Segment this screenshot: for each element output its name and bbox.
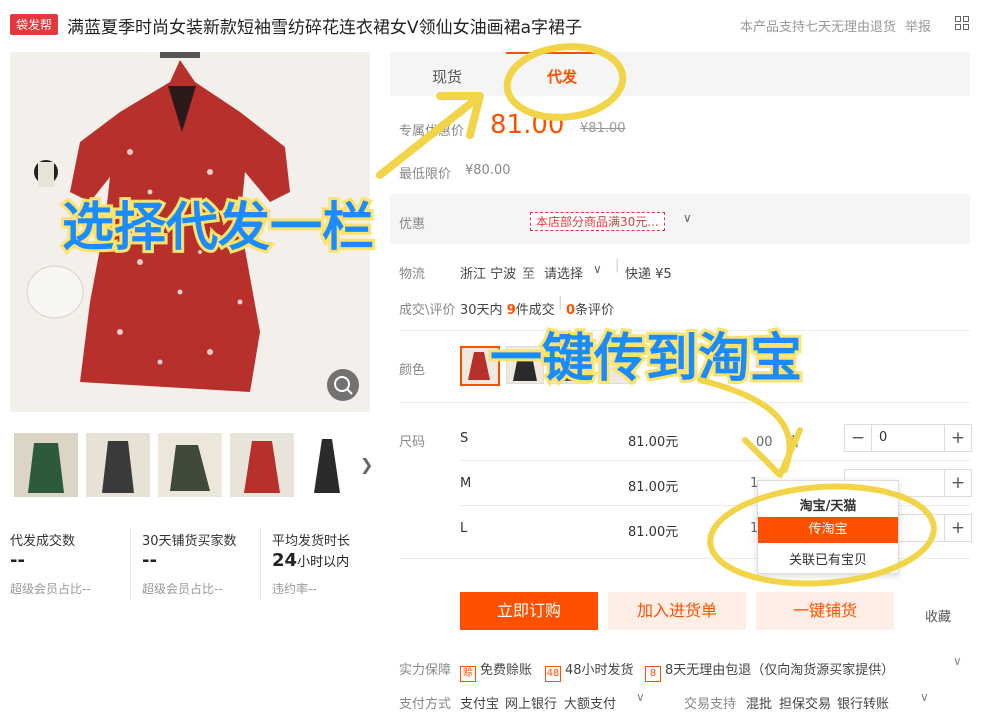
guarantee-item: 8 8天无理由包退（仅向淘货源买家提供） — [645, 659, 894, 682]
one-click-distribute-button[interactable]: 一键铺货 — [756, 592, 894, 630]
old-price: ¥81.00 — [580, 121, 626, 136]
tab-in-stock[interactable]: 现货 — [432, 66, 462, 87]
menu-item-link-existing[interactable]: 关联已有宝贝 — [758, 549, 898, 568]
divider — [260, 528, 261, 600]
stat-sub: 超级会员占比-- — [142, 582, 223, 596]
stat-value: -- — [142, 550, 157, 571]
tab-active-indicator — [506, 52, 606, 54]
express-fee: 快递 ¥5 — [625, 267, 672, 282]
minus-icon[interactable]: − — [845, 425, 872, 451]
guarantee-item: 48 48小时发货 — [545, 659, 634, 682]
payment-method: 支付宝 — [460, 697, 500, 712]
chevron-down-icon[interactable]: ∨ — [636, 690, 645, 704]
magnifier-icon — [334, 376, 353, 395]
plus-icon[interactable]: + — [944, 425, 971, 451]
divider — [130, 528, 131, 600]
add-to-cart-button[interactable]: 加入进货单 — [608, 592, 746, 630]
color-swatch-black[interactable] — [506, 346, 544, 384]
logistics-origin: 浙江 宁波 — [460, 267, 517, 282]
plus-icon[interactable]: + — [944, 470, 971, 496]
price-label: 专属优惠价 — [399, 124, 465, 139]
deals-label: 成交\评价 — [399, 303, 456, 318]
plus-icon[interactable]: + — [944, 515, 971, 541]
main-product-image — [10, 52, 370, 412]
stat-label: 代发成交数 — [10, 534, 76, 549]
return-policy-text: 本产品支持七天无理由退货 — [740, 20, 897, 35]
thumbnail-3[interactable] — [158, 433, 222, 497]
guarantee-item: 赊免费赊账 — [460, 659, 532, 682]
reviews-summary[interactable]: 0条评价 — [566, 299, 614, 318]
chevron-down-icon[interactable]: ∨ — [683, 211, 692, 225]
trade-option: 担保交易 — [779, 697, 832, 712]
menu-item-upload-taobao[interactable]: 传淘宝 — [758, 517, 898, 543]
store-badge: 袋发帮 — [10, 14, 59, 35]
thumbnail-5[interactable] — [302, 433, 352, 497]
promo-label: 优惠 — [399, 217, 426, 232]
promo-bar — [390, 194, 970, 244]
stat-sub: 超级会员占比-- — [10, 582, 91, 596]
tab-dropship[interactable]: 代发 — [547, 66, 577, 87]
return-icon: 8 — [645, 666, 661, 682]
payment-label: 支付方式 — [399, 697, 452, 712]
price-value: 81.00 — [490, 110, 565, 140]
favorite-button[interactable]: 收藏 — [925, 606, 951, 625]
quantity-stepper[interactable]: − 0 + — [844, 424, 972, 452]
zoom-button[interactable] — [327, 369, 359, 401]
thumbnail-2[interactable] — [86, 433, 150, 497]
stat-value: -- — [10, 550, 25, 571]
payment-method: 网上银行 — [505, 697, 558, 712]
trade-option: 银行转账 — [837, 697, 890, 712]
size-price: 81.00元 — [628, 435, 679, 450]
min-price-value: ¥80.00 — [465, 163, 511, 178]
qr-grid-icon[interactable] — [955, 16, 969, 30]
logistics-to: 至 — [522, 267, 536, 282]
coupon-tag[interactable]: 本店部分商品满30元... — [530, 212, 665, 231]
logistics-label: 物流 — [399, 267, 426, 282]
credit-icon: 赊 — [460, 666, 476, 682]
destination-select[interactable]: 请选择 — [544, 263, 583, 282]
payment-method: 大额支付 — [564, 697, 617, 712]
order-now-button[interactable]: 立即订购 — [460, 592, 598, 630]
report-link[interactable]: 举报 — [905, 16, 931, 35]
tab-bar — [390, 52, 970, 96]
trade-option: 混批 — [746, 697, 773, 712]
stat-label: 30天铺货买家数 — [142, 534, 237, 549]
chevron-down-icon[interactable]: ∨ — [593, 262, 602, 276]
chevron-down-icon[interactable]: ∨ — [953, 654, 962, 668]
deals-summary: 30天内 9件成交 — [460, 303, 555, 318]
size-stock: 00 售 — [756, 435, 800, 450]
min-price-label: 最低限价 — [399, 167, 452, 182]
size-name: S — [460, 431, 469, 446]
trade-support-label: 交易支持 — [684, 697, 737, 712]
color-label: 颜色 — [399, 363, 426, 378]
stat-label: 平均发货时长 — [272, 534, 351, 549]
quantity-value[interactable]: 0 — [879, 430, 887, 445]
clock-icon: 48 — [545, 666, 561, 682]
size-name: M — [460, 476, 472, 491]
color-swatch-4[interactable] — [598, 346, 636, 384]
stat-sub: 违约率-- — [272, 582, 317, 596]
thumbnail-1[interactable] — [14, 433, 78, 497]
thumbnail-4[interactable] — [230, 433, 294, 497]
guarantee-label: 实力保障 — [399, 663, 452, 678]
size-label: 尺码 — [399, 435, 426, 450]
publish-dropdown-menu: 淘宝/天猫 传淘宝 关联已有宝贝 — [757, 480, 899, 574]
size-name: L — [460, 521, 468, 536]
menu-header: 淘宝/天猫 — [799, 499, 857, 514]
chevron-right-icon[interactable]: ❯ — [360, 455, 373, 474]
color-swatch-red[interactable] — [460, 346, 500, 386]
color-swatch-dark[interactable] — [552, 346, 590, 384]
product-title: 满蓝夏季时尚女装新款短袖雪纺碎花连衣裙女V领仙女油画裙a字裙子 — [67, 18, 583, 38]
chevron-down-icon[interactable]: ∨ — [920, 690, 929, 704]
size-price: 81.00元 — [628, 480, 679, 495]
annotation-arrow-taobao — [697, 377, 793, 473]
size-price: 81.00元 — [628, 525, 679, 540]
stat-value: 24小时以内 — [272, 550, 350, 571]
